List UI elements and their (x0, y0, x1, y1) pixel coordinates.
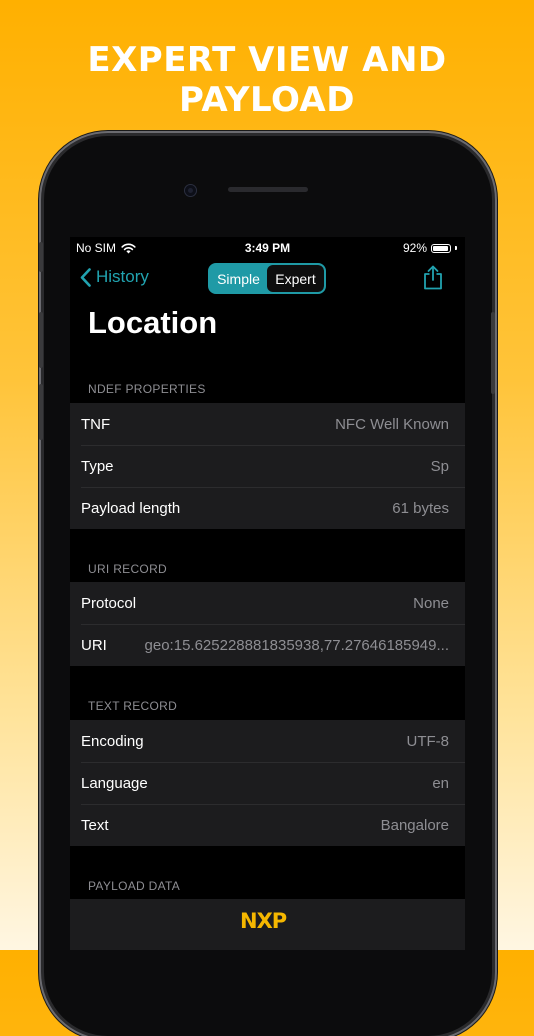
uri-record-group: Protocol None URI geo:15.625228881835938… (70, 582, 465, 666)
phone-mute-switch (39, 242, 43, 272)
back-button-label: History (96, 267, 149, 286)
earpiece-speaker (228, 187, 308, 192)
table-row: Type Sp (70, 445, 465, 487)
front-camera (185, 185, 196, 196)
row-value: 61 bytes (392, 499, 449, 517)
back-button[interactable]: History (80, 267, 149, 287)
navigation-bar: History Simple Expert (70, 263, 465, 295)
share-icon (424, 265, 442, 290)
row-label: Encoding (81, 732, 144, 750)
promo-headline: EXPERT VIEW AND PAYLOAD (87, 40, 447, 120)
footer-bar: NXP (70, 899, 465, 950)
battery-icon (431, 243, 451, 253)
table-row: Protocol None (70, 582, 465, 624)
share-button[interactable] (423, 265, 443, 295)
row-value: Bangalore (380, 816, 449, 834)
battery-tip (455, 246, 457, 250)
row-value: NFC Well Known (335, 415, 449, 433)
row-label: Language (81, 774, 148, 792)
chevron-left-icon (80, 267, 91, 287)
nxp-logo-text: NXP (240, 909, 287, 931)
row-value: Sp (430, 457, 449, 475)
row-label: Protocol (81, 594, 137, 612)
row-value: geo:15.625228881835938,77.27646185949... (144, 636, 449, 654)
section-header-text-record: TEXT RECORD (88, 699, 178, 713)
row-label: Type (81, 457, 114, 475)
phone-power-button (491, 312, 495, 394)
status-bar: No SIM 3:49 PM 92% (70, 237, 465, 259)
section-header-ndef-properties: NDEF PROPERTIES (88, 382, 206, 396)
table-row: Payload length 61 bytes (70, 487, 465, 529)
row-value: en (432, 774, 449, 792)
section-header-payload-data: PAYLOAD DATA (88, 879, 181, 893)
battery-level-fill (433, 245, 448, 251)
battery-indicator: 92% (403, 241, 457, 255)
row-label: TNF (81, 415, 111, 433)
battery-percent: 92% (402, 241, 427, 255)
view-mode-segmented-control: Simple Expert (208, 263, 326, 294)
row-label: URI (81, 636, 107, 654)
section-header-uri-record: URI RECORD (88, 562, 168, 576)
row-value: UTF-8 (406, 732, 450, 750)
ndef-properties-group: TNF NFC Well Known Type Sp Payload lengt… (70, 403, 465, 529)
row-label: Payload length (81, 499, 181, 517)
segment-simple[interactable]: Simple (210, 265, 267, 292)
table-row: Encoding UTF-8 (70, 720, 465, 762)
page-title: Location (88, 305, 218, 340)
app-screen: No SIM 3:49 PM 92% History Simple Expert (70, 237, 465, 950)
table-row: TNF NFC Well Known (70, 403, 465, 445)
text-record-group: Encoding UTF-8 Language en Text Bangalor… (70, 720, 465, 846)
segment-expert[interactable]: Expert (267, 265, 324, 292)
nxp-logo: NXP (240, 909, 288, 931)
phone-volume-up (39, 312, 43, 368)
table-row: Language en (70, 762, 465, 804)
row-label: Text (81, 816, 109, 834)
table-row: Text Bangalore (70, 804, 465, 846)
table-row: URI geo:15.625228881835938,77.2764618594… (70, 624, 465, 666)
row-value: None (413, 594, 449, 612)
phone-volume-down (39, 384, 43, 440)
